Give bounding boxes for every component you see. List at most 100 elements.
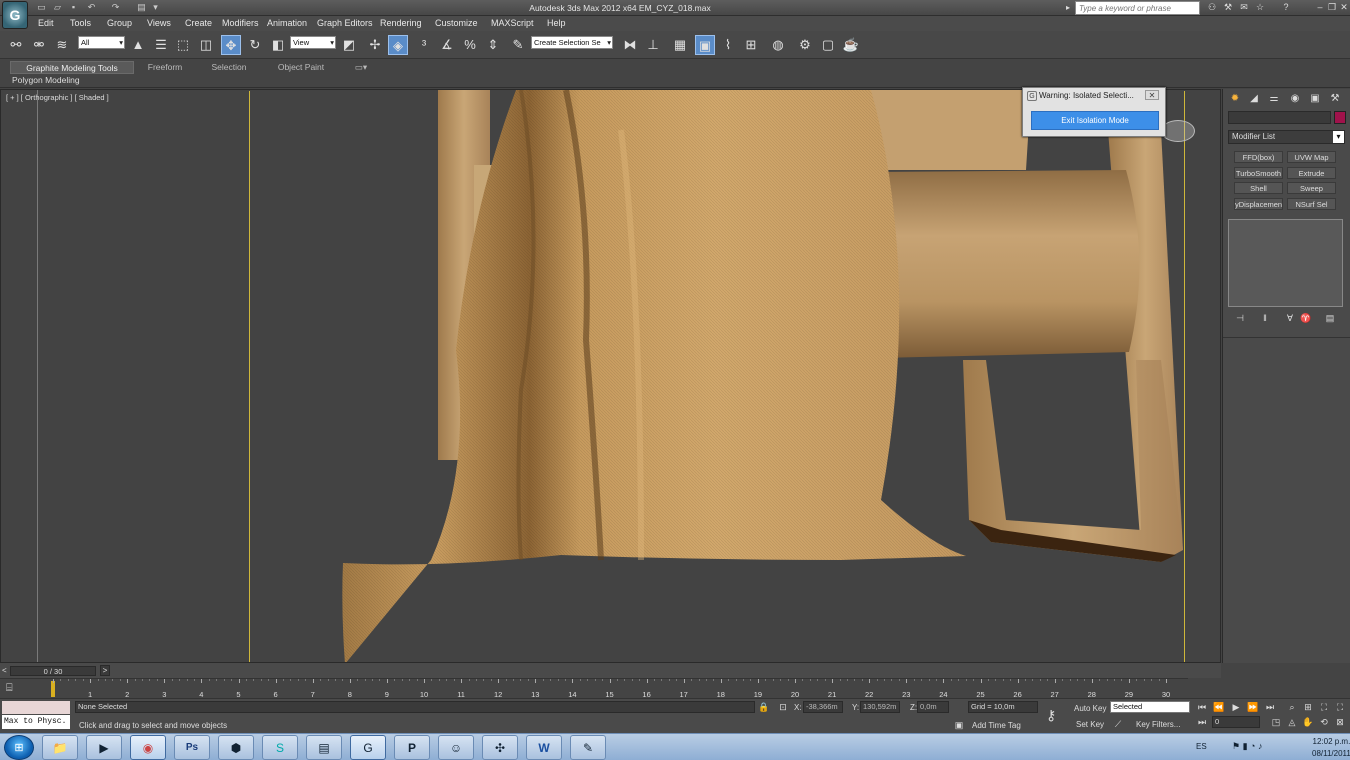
messenger-icon[interactable]: ☺ <box>438 735 474 760</box>
motion-tab-icon[interactable]: ◉ <box>1287 92 1303 106</box>
modifier-stack[interactable] <box>1228 219 1343 307</box>
select-and-rotate-icon[interactable]: ↻ <box>245 35 265 55</box>
modifier-displacement-button[interactable]: yDisplacement <box>1234 198 1283 210</box>
default-tangents-icon[interactable]: ⟋ <box>1112 718 1124 730</box>
time-tag-icon[interactable]: ▣ <box>953 719 965 731</box>
unlink-icon[interactable]: ⚮ <box>29 35 49 55</box>
next-frame-icon[interactable]: ⏩ <box>1247 701 1259 713</box>
save-icon[interactable]: ▪ <box>68 2 79 13</box>
exit-isolation-mode-button[interactable]: Exit Isolation Mode <box>1031 111 1159 130</box>
manipulate-icon[interactable]: ✢ <box>365 35 385 55</box>
px-app-icon[interactable]: P <box>394 735 430 760</box>
hierarchy-tab-icon[interactable]: ⚌ <box>1266 92 1282 106</box>
redo-icon[interactable]: ↷ <box>110 2 121 13</box>
layer-manager-icon[interactable]: ▦ <box>670 35 690 55</box>
go-to-end-icon[interactable]: ⏭ <box>1264 701 1276 713</box>
select-and-move-icon[interactable]: ✥ <box>221 35 241 55</box>
tab-graphite-modeling-tools[interactable]: Graphite Modeling Tools <box>10 61 134 74</box>
menu-edit[interactable]: Edit <box>38 18 54 28</box>
ribbon-options-icon[interactable]: ▭▾ <box>352 61 370 74</box>
key-icon[interactable]: ⚷ <box>1046 707 1056 724</box>
zoom-extents-icon[interactable]: ⛶ <box>1318 701 1330 713</box>
select-and-link-icon[interactable]: ⚯ <box>6 35 26 55</box>
add-time-tag-button[interactable]: Add Time Tag <box>972 721 1021 730</box>
go-to-start-icon[interactable]: ⏮ <box>1196 701 1208 713</box>
snaps-toggle-icon[interactable]: ³ <box>414 35 434 55</box>
select-by-name-icon[interactable]: ☰ <box>151 35 171 55</box>
menu-modifiers[interactable]: Modifiers <box>222 18 259 28</box>
configure-modifier-sets-icon[interactable]: ▤ <box>1323 313 1337 325</box>
menu-rendering[interactable]: Rendering <box>380 18 422 28</box>
modifier-sweep-button[interactable]: Sweep <box>1287 182 1336 194</box>
menu-customize[interactable]: Customize <box>435 18 478 28</box>
key-selection-dropdown[interactable]: Selected <box>1110 701 1190 713</box>
auto-key-button[interactable]: Auto Key <box>1074 704 1106 713</box>
key-filters-button[interactable]: Key Filters... <box>1136 720 1180 729</box>
pin-stack-icon[interactable]: ⊣ <box>1233 313 1247 325</box>
time-configuration-icon[interactable]: ◳ <box>1270 716 1282 728</box>
named-selection-dropdown[interactable]: Create Selection Se <box>531 36 613 49</box>
schematic-view-icon[interactable]: ⊞ <box>741 35 761 55</box>
set-key-button[interactable]: Set Key <box>1076 720 1104 729</box>
viewport-orthographic[interactable]: [ + ] [ Orthographic ] [ Shaded ] <box>0 89 1221 663</box>
network-app-icon[interactable]: ✣ <box>482 735 518 760</box>
subscription-icon[interactable]: ⚒ <box>1222 2 1234 13</box>
reference-coordinate-dropdown[interactable]: View <box>290 36 336 49</box>
track-bar[interactable]: ⌸ 1 2 3 4 5 6 7 8 9 10 11 12 13 14 15 16 17 18 19 20 21 22 23 2… <box>0 678 1188 699</box>
current-frame-field[interactable]: 0 <box>1212 716 1260 728</box>
create-tab-icon[interactable]: ✹ <box>1227 92 1243 106</box>
material-editor-icon[interactable]: ◍ <box>768 35 788 55</box>
sketchup-icon[interactable]: ⬢ <box>218 735 254 760</box>
select-and-scale-icon[interactable]: ◧ <box>268 35 288 55</box>
play-icon[interactable]: ▶ <box>1230 701 1242 713</box>
media-player-icon[interactable]: ▶ <box>86 735 122 760</box>
modifier-list-dropdown[interactable]: Modifier List <box>1228 130 1345 144</box>
menu-create[interactable]: Create <box>185 18 212 28</box>
new-file-icon[interactable]: ▭ <box>36 2 47 13</box>
keyboard-shortcut-override-icon[interactable]: ◈ <box>388 35 408 55</box>
spinner-snap-icon[interactable]: ⇕ <box>483 35 503 55</box>
binoculars-icon[interactable]: ⚇ <box>1206 2 1218 13</box>
time-slider[interactable]: 0 / 30 <box>10 666 96 676</box>
menu-help[interactable]: Help <box>547 18 566 28</box>
paint-icon[interactable]: ✎ <box>570 735 606 760</box>
render-production-icon[interactable]: ☕ <box>841 35 861 55</box>
bind-space-warp-icon[interactable]: ≋ <box>52 35 72 55</box>
help-icon[interactable]: ? <box>1280 2 1292 13</box>
align-icon[interactable]: ⊥ <box>643 35 663 55</box>
zoom-icon[interactable]: ⌕ <box>1286 701 1298 713</box>
modifier-ffd-box-button[interactable]: FFD(box) <box>1234 151 1283 163</box>
restore-icon[interactable]: ❐ <box>1326 2 1338 13</box>
utilities-tab-icon[interactable]: ⚒ <box>1327 92 1343 106</box>
edit-named-selection-icon[interactable]: ✎ <box>508 35 528 55</box>
menu-tools[interactable]: Tools <box>70 18 91 28</box>
modifier-uvw-map-button[interactable]: UVW Map <box>1287 151 1336 163</box>
pan-icon[interactable]: ✋ <box>1302 716 1314 728</box>
modifier-turbosmooth-button[interactable]: TurboSmooth <box>1234 167 1283 179</box>
absolute-mode-icon[interactable]: ⊡ <box>777 701 789 713</box>
modifier-extrude-button[interactable]: Extrude <box>1287 167 1336 179</box>
modifier-nsurf-sel-button[interactable]: NSurf Sel <box>1287 198 1336 210</box>
communication-icon[interactable]: ✉ <box>1238 2 1250 13</box>
explorer-icon[interactable]: 📁 <box>42 735 78 760</box>
rectangular-selection-icon[interactable]: ⬚ <box>173 35 193 55</box>
tab-freeform[interactable]: Freeform <box>140 61 190 74</box>
object-color-swatch[interactable] <box>1334 111 1346 124</box>
chevron-down-icon[interactable]: ▾ <box>150 2 161 13</box>
time-cursor[interactable] <box>51 681 55 697</box>
maxscript-mini-listener[interactable]: Max to Physc. <box>2 715 70 729</box>
open-file-icon[interactable]: ▱ <box>52 2 63 13</box>
z-coordinate-field[interactable]: 0,0m <box>917 701 949 713</box>
selection-lock-icon[interactable]: 🔒 <box>758 701 770 713</box>
remove-modifier-icon[interactable]: ♈ <box>1299 313 1313 325</box>
photoshop-icon[interactable]: Ps <box>174 735 210 760</box>
mini-curve-editor-icon[interactable]: ⌸ <box>6 682 13 695</box>
project-folder-icon[interactable]: ▤ <box>136 2 147 13</box>
maxscript-listener-output[interactable] <box>2 701 70 714</box>
rendered-frame-window-icon[interactable]: ▢ <box>818 35 838 55</box>
firefox-icon[interactable]: ◉ <box>130 735 166 760</box>
word-icon[interactable]: W <box>526 735 562 760</box>
expand-search-icon[interactable]: ▸ <box>1066 3 1070 12</box>
modifier-shell-button[interactable]: Shell <box>1234 182 1283 194</box>
menu-animation[interactable]: Animation <box>267 18 307 28</box>
